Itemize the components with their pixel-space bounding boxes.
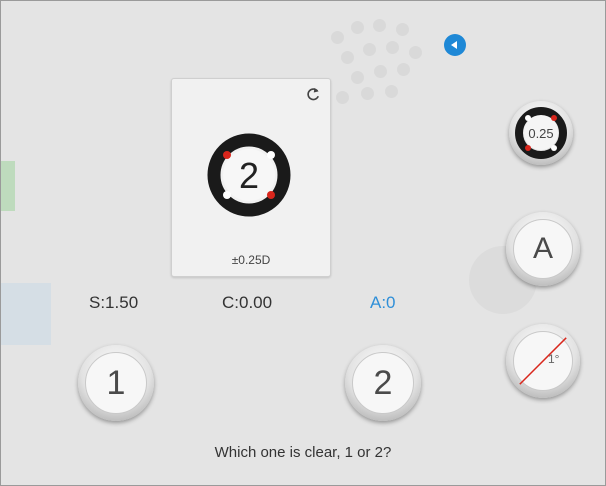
option-2-label: 2	[352, 352, 414, 414]
diopter-label: ±0.25D	[231, 253, 271, 267]
option-1-button[interactable]: 1	[78, 345, 154, 421]
small-ring-value: 0.25	[528, 126, 553, 141]
cross-cylinder-ring: 2	[207, 133, 291, 217]
background-panel-blue	[1, 283, 51, 345]
background-panel-green	[1, 161, 15, 211]
option-1-label: 1	[85, 352, 147, 414]
degree-step-label: 1°	[548, 352, 560, 366]
ring-number: 2	[239, 155, 259, 196]
axis-mode-button[interactable]: A	[506, 212, 580, 286]
option-2-button[interactable]: 2	[345, 345, 421, 421]
back-arrow-icon[interactable]	[444, 34, 466, 56]
refresh-icon[interactable]	[304, 85, 322, 103]
app-frame: 2 ±0.25D S:1.50 C:0.00 A:0 0.25 A 1° 1 2…	[0, 0, 606, 486]
degree-step-face: 1°	[513, 331, 573, 391]
degree-step-button[interactable]: 1°	[506, 324, 580, 398]
sphere-value: S:1.50	[89, 293, 139, 312]
axis-value: A:0	[370, 293, 396, 312]
axis-mode-label: A	[513, 219, 573, 279]
cross-cylinder-toggle-button[interactable]: 0.25	[509, 101, 573, 165]
diagonal-line-icon	[519, 337, 567, 385]
target-card: 2 ±0.25D	[171, 78, 331, 277]
small-ring-icon: 0.25	[515, 107, 567, 159]
question-prompt: Which one is clear, 1 or 2?	[214, 444, 392, 461]
cylinder-value: C:0.00	[222, 293, 273, 312]
